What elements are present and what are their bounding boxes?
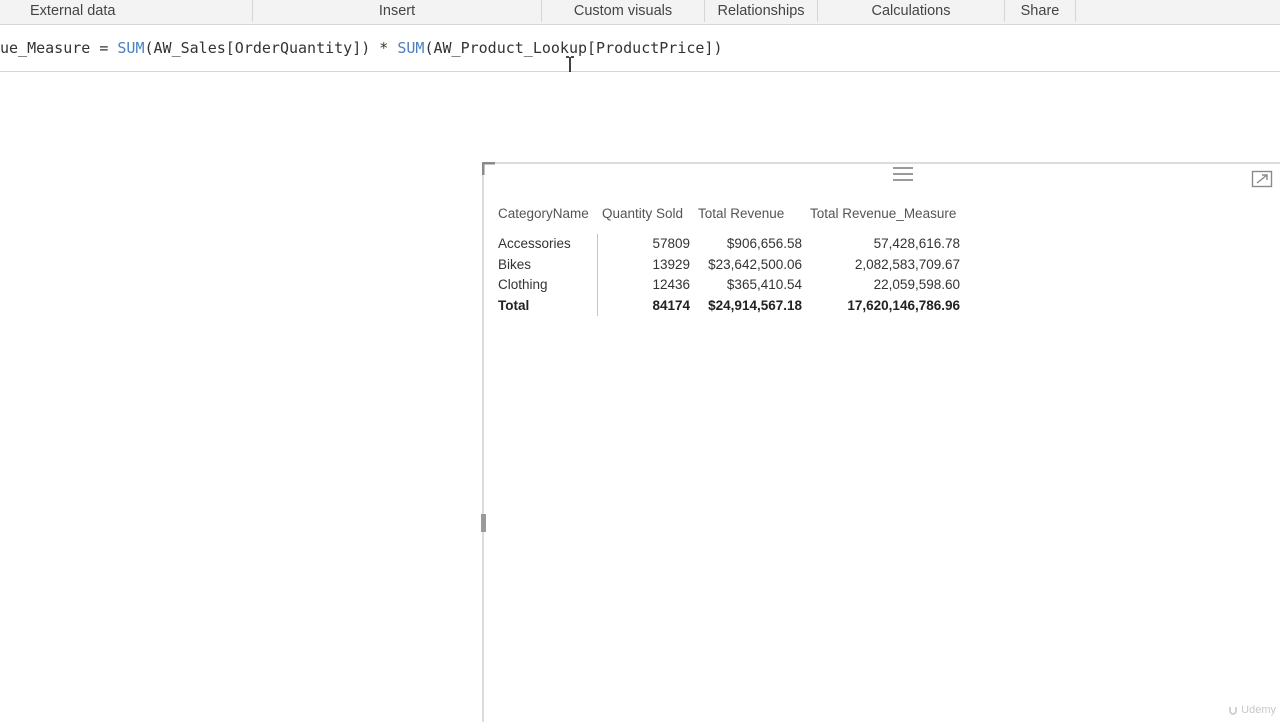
ribbon-group-external-data[interactable]: External data: [0, 0, 253, 22]
ribbon-group-insert[interactable]: Insert: [253, 0, 542, 22]
ribbon-group-label: Share: [1021, 3, 1060, 19]
formula-text-segment: (AW_Product_Lookup[ProductPrice]): [424, 39, 722, 57]
ribbon-bar: External data Insert Custom visuals Rela…: [0, 0, 1280, 25]
ribbon-group-share[interactable]: Share: [1005, 0, 1076, 22]
revenue-measure-cell: 2,082,583,709.67: [806, 255, 964, 276]
ribbon-group-label: External data: [30, 0, 115, 22]
revenue-measure-cell: 57,428,616.78: [806, 234, 964, 255]
dax-formula-input[interactable]: ue_Measure = SUM(AW_Sales[OrderQuantity]…: [0, 39, 722, 57]
total-revenue-cell: $24,914,567.18: [694, 296, 806, 317]
quantity-cell: 57809: [598, 234, 694, 255]
focus-mode-icon[interactable]: [1251, 169, 1273, 189]
ribbon-group-relationships[interactable]: Relationships: [705, 0, 818, 22]
formula-text-segment: (AW_Sales[OrderQuantity]) *: [145, 39, 398, 57]
revenue-measure-cell: 22,059,598.60: [806, 275, 964, 296]
quantity-cell: 12436: [598, 275, 694, 296]
formula-text-segment: ue_Measure =: [0, 39, 117, 57]
column-header-total-revenue-measure[interactable]: Total Revenue_Measure: [806, 200, 964, 228]
ribbon-group-custom-visuals[interactable]: Custom visuals: [542, 0, 705, 22]
revenue-cell: $906,656.58: [694, 234, 806, 255]
category-cell: Clothing: [494, 275, 598, 296]
formula-function-keyword: SUM: [117, 39, 144, 57]
revenue-cell: $23,642,500.06: [694, 255, 806, 276]
formula-bar[interactable]: ue_Measure = SUM(AW_Sales[OrderQuantity]…: [0, 28, 1280, 72]
column-header-quantity-sold[interactable]: Quantity Sold: [598, 200, 694, 228]
ribbon-group-label: Relationships: [717, 3, 804, 19]
resize-handle-left[interactable]: [481, 514, 486, 532]
quantity-cell: 13929: [598, 255, 694, 276]
total-revenue-measure-cell: 17,620,146,786.96: [806, 296, 964, 317]
formula-function-keyword: SUM: [397, 39, 424, 57]
ribbon-group-label: Calculations: [872, 3, 951, 19]
column-header-total-revenue[interactable]: Total Revenue: [694, 200, 806, 228]
udemy-logo-icon: [1228, 705, 1238, 715]
ribbon-group-calculations[interactable]: Calculations: [818, 0, 1005, 22]
corner-bracket-icon: [482, 162, 496, 176]
watermark-text: Udemy: [1241, 704, 1276, 716]
category-cell: Accessories: [494, 234, 598, 255]
udemy-watermark: Udemy: [1228, 704, 1276, 716]
ribbon-group-label: Insert: [379, 3, 415, 19]
category-cell: Bikes: [494, 255, 598, 276]
revenue-cell: $365,410.54: [694, 275, 806, 296]
drag-handle-icon[interactable]: [891, 164, 915, 184]
column-header-category[interactable]: CategoryName: [494, 200, 598, 228]
total-quantity-cell: 84174: [598, 296, 694, 317]
table-visual[interactable]: CategoryName Quantity Sold Total Revenue…: [482, 162, 1280, 722]
total-label-cell: Total: [494, 296, 598, 317]
ribbon-group-label: Custom visuals: [574, 3, 672, 19]
